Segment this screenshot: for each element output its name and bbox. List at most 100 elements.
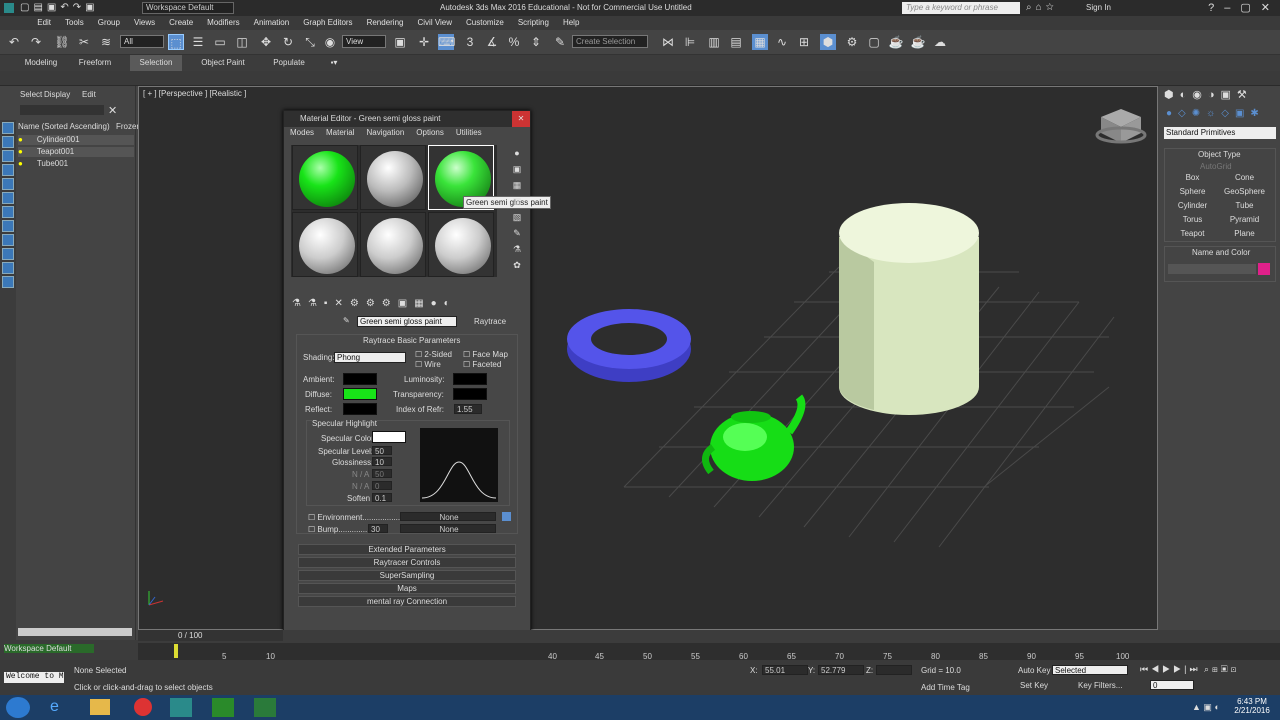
cone-button[interactable]: Cone (1220, 172, 1269, 184)
render-online-icon[interactable]: ☁ (932, 34, 948, 50)
start-button[interactable] (6, 697, 30, 718)
rect-region-icon[interactable]: ▭ (212, 34, 228, 50)
unlink-icon[interactable]: ✂ (76, 34, 92, 50)
pyramid-button[interactable]: Pyramid (1220, 214, 1269, 226)
link-icon[interactable]: ⛓ (54, 34, 70, 50)
environment-map-button[interactable]: None (400, 512, 496, 522)
menu-animation[interactable]: Animation (247, 16, 297, 30)
undo-icon[interactable]: ↶ (6, 34, 22, 50)
rendered-frame-icon[interactable]: ▢ (866, 34, 882, 50)
layer-explorer-icon[interactable]: ▥ (706, 34, 722, 50)
camtasia-icon[interactable] (212, 698, 234, 717)
face-map-checkbox[interactable]: ☐ Face Map (463, 350, 508, 359)
auto-key-button[interactable]: Auto Key (1018, 666, 1050, 675)
list-item[interactable]: ● Teapot001 (18, 147, 134, 157)
menu-views[interactable]: Views (127, 16, 162, 30)
diffuse-swatch[interactable] (343, 388, 377, 400)
select-manipulate-icon[interactable]: ✛ (416, 34, 432, 50)
sample-slot[interactable] (428, 212, 494, 277)
tray-icons[interactable]: ▲ ▣ ◐ (1192, 702, 1220, 713)
faceted-checkbox[interactable]: ☐ Faceted (463, 360, 501, 369)
me-menu-material[interactable]: Material (320, 127, 360, 139)
display-all-icon[interactable] (2, 136, 14, 148)
close-icon[interactable]: ✕ (512, 111, 530, 127)
playback-controls[interactable]: ⏮◀▶▶|⏭ (1140, 664, 1201, 675)
explorer-icon[interactable] (90, 699, 110, 715)
toggle-ribbon-icon[interactable]: ▤ (728, 34, 744, 50)
sample-slot[interactable] (360, 212, 426, 277)
reflect-swatch[interactable] (343, 403, 377, 415)
close-icon[interactable]: ✕ (108, 104, 117, 117)
specular-level-spinner[interactable]: 50 (372, 446, 392, 456)
x-coord-field[interactable]: 55.01 (762, 665, 808, 675)
geosphere-button[interactable]: GeoSphere (1220, 186, 1269, 198)
object-color-swatch[interactable] (1258, 263, 1270, 275)
menu-rendering[interactable]: Rendering (360, 16, 411, 30)
z-coord-field[interactable] (876, 665, 912, 675)
tab-populate[interactable]: Populate (266, 55, 312, 71)
cylinder-button[interactable]: Cylinder (1168, 200, 1217, 212)
recorder-icon[interactable] (254, 698, 276, 717)
object-name-field[interactable] (1168, 264, 1256, 274)
two-sided-checkbox[interactable]: ☐ 2-Sided (415, 350, 452, 359)
menu-group[interactable]: Group (91, 16, 127, 30)
named-selection-dropdown[interactable]: Create Selection Se (572, 35, 648, 48)
move-icon[interactable]: ✥ (258, 34, 274, 50)
display-cameras-icon[interactable] (2, 192, 14, 204)
transparency-swatch[interactable] (453, 388, 487, 400)
display-shapes-icon[interactable] (2, 164, 14, 176)
mirror-icon[interactable]: ⋈ (660, 34, 676, 50)
menu-customize[interactable]: Customize (459, 16, 511, 30)
command-panel-tabs[interactable]: ⬢◐◉◑▣⚒ (1164, 88, 1253, 101)
time-cursor[interactable] (174, 644, 178, 658)
torus-button[interactable]: Torus (1168, 214, 1217, 226)
selection-filter-dropdown[interactable]: All (120, 35, 164, 48)
menu-tools[interactable]: Tools (58, 16, 91, 30)
eyedropper-icon[interactable]: ✎ (343, 316, 350, 325)
app-icon[interactable] (4, 3, 14, 13)
rollout-raytracer-controls[interactable]: Raytracer Controls (298, 557, 516, 568)
ambient-swatch[interactable] (343, 373, 377, 385)
menu-edit[interactable]: Edit (30, 16, 58, 30)
pivot-center-icon[interactable]: ▣ (392, 34, 408, 50)
window-controls[interactable]: ?–▢✕ (1180, 1, 1280, 14)
sample-slot[interactable] (292, 145, 358, 210)
cylinder-object[interactable] (839, 203, 979, 415)
workspace-dropdown[interactable]: Workspace Default (142, 2, 234, 14)
display-bones-icon[interactable] (2, 262, 14, 274)
object-type-title[interactable]: Object Type (1198, 150, 1241, 159)
render-setup-icon[interactable]: ⚙ (844, 34, 860, 50)
snap-toggle-icon[interactable]: 3 (462, 34, 478, 50)
scene-tab-select[interactable]: Select (20, 90, 42, 99)
redo-icon[interactable]: ↷ (28, 34, 44, 50)
me-menu-navigation[interactable]: Navigation (360, 127, 410, 139)
current-frame-field[interactable]: 0 (1150, 680, 1194, 690)
add-time-tag[interactable]: Add Time Tag (921, 683, 970, 692)
autogrid-checkbox[interactable]: AutoGrid (1200, 162, 1232, 171)
viewport-navigation[interactable]: ⌕⊞▣⊡ (1204, 664, 1239, 675)
ribbon-options-icon[interactable]: ▪▾ (326, 55, 342, 71)
display-containers-icon[interactable] (2, 276, 14, 288)
spinner-snap-icon[interactable]: ⇕ (528, 34, 544, 50)
clock[interactable]: 6:43 PM 2/21/2016 (1230, 697, 1274, 715)
column-name-header[interactable]: Name (Sorted Ascending) (18, 122, 110, 131)
sample-slot[interactable] (360, 145, 426, 210)
display-xrefs-icon[interactable] (2, 248, 14, 260)
list-item[interactable]: ● Tube001 (18, 159, 134, 169)
ie-icon[interactable]: e (50, 698, 70, 717)
rollout-title[interactable]: Raytrace Basic Parameters (363, 336, 460, 345)
render-iterative-icon[interactable]: ☕ (910, 34, 926, 50)
scene-search-field[interactable] (20, 105, 104, 115)
select-object-icon[interactable]: ⬚ (168, 34, 184, 50)
me-menu-modes[interactable]: Modes (284, 127, 320, 139)
key-mode-dropdown[interactable]: Selected (1052, 665, 1128, 675)
align-icon[interactable]: ⊫ (682, 34, 698, 50)
list-item[interactable]: ● Cylinder001 (18, 135, 134, 145)
scene-tab-display[interactable]: Display (44, 90, 70, 99)
tab-modeling[interactable]: Modeling (18, 55, 64, 71)
key-filters-button[interactable]: Key Filters... (1078, 681, 1122, 690)
side-tool-icons[interactable]: ● ▣ ▦ ▤ ▧ ✎ ⚗ ✿ (511, 145, 523, 273)
display-geometry-icon[interactable] (2, 150, 14, 162)
quick-access-icons[interactable]: ▢▤▣↶↷▣ (20, 2, 99, 13)
scene-scrollbar[interactable] (18, 628, 132, 636)
